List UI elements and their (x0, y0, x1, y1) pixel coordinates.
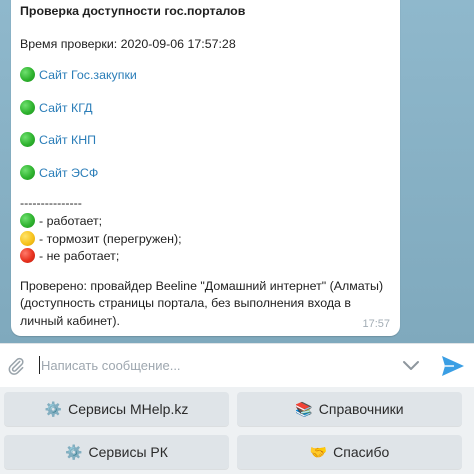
chevron-down-icon[interactable] (402, 358, 420, 372)
message-bubble: Проверка доступности гос.порталов Время … (11, 0, 400, 336)
site-esf[interactable]: Сайт ЭСФ (20, 165, 98, 180)
green-status-icon (20, 100, 35, 115)
yellow-status-icon (20, 231, 35, 246)
bot-keyboard: ⚙️ Сервисы MHelp.kz 📚 Справочники ⚙️ Сервис… (0, 387, 474, 474)
site-knp[interactable]: Сайт КНП (20, 132, 96, 147)
legend-label: - тормозит (перегружен); (39, 232, 182, 246)
gear-icon: ⚙️ (44, 400, 63, 417)
paperclip-icon[interactable] (6, 356, 26, 376)
red-status-icon (20, 248, 35, 263)
legend-item-down: - не работает; (20, 248, 119, 263)
books-icon: 📚 (295, 400, 313, 417)
site-kgd[interactable]: Сайт КГД (20, 100, 93, 115)
handshake-icon: 🤝 (309, 443, 328, 460)
legend-item-working: - работает; (20, 213, 102, 228)
green-status-icon (20, 132, 35, 147)
message-input[interactable]: Написать сообщение... (41, 358, 181, 373)
check-time: Время проверки: 2020-09-06 17:57:28 (20, 37, 236, 51)
reference-books-button[interactable]: 📚 Справочники (237, 392, 462, 426)
message-time: 17:57 (362, 318, 390, 330)
legend-item-slow: - тормозит (перегружен); (20, 231, 182, 246)
green-status-icon (20, 213, 35, 228)
services-mhelp-button[interactable]: ⚙️ Сервисы MHelp.kz (4, 392, 229, 426)
thanks-button[interactable]: 🤝 Спасибо (237, 435, 462, 469)
gear-icon: ⚙️ (65, 443, 83, 460)
button-label: Спасибо (333, 444, 390, 460)
site-link-label[interactable]: Сайт КГД (39, 101, 93, 115)
message-title: Проверка доступности гос.порталов (20, 4, 246, 18)
send-icon[interactable] (441, 355, 465, 377)
green-status-icon (20, 67, 35, 82)
site-link-label[interactable]: Сайт ЭСФ (39, 166, 98, 180)
note-line-2: (доступность страницы портала, без выпол… (20, 296, 351, 310)
note-line-1: Проверено: провайдер Beeline "Домашний и… (20, 279, 384, 293)
chat-area: Проверка доступности гос.порталов Время … (0, 0, 474, 343)
button-label: Справочники (318, 401, 404, 417)
message-composer: Написать сообщение... (0, 343, 474, 388)
separator: --------------- (20, 196, 82, 210)
button-label: Сервисы РК (88, 444, 168, 460)
legend-label: - работает; (39, 214, 103, 228)
note-line-3: личный кабинет). (20, 314, 120, 328)
services-rk-button[interactable]: ⚙️ Сервисы РК (4, 435, 229, 469)
text-caret (39, 356, 40, 374)
site-link-label[interactable]: Сайт Гос.закупки (39, 68, 137, 82)
button-label: Сервисы MHelp.kz (68, 401, 189, 417)
site-link-label[interactable]: Сайт КНП (39, 133, 96, 147)
legend-label: - не работает; (39, 249, 120, 263)
green-status-icon (20, 165, 35, 180)
site-gos-zakupki[interactable]: Сайт Гос.закупки (20, 67, 137, 82)
